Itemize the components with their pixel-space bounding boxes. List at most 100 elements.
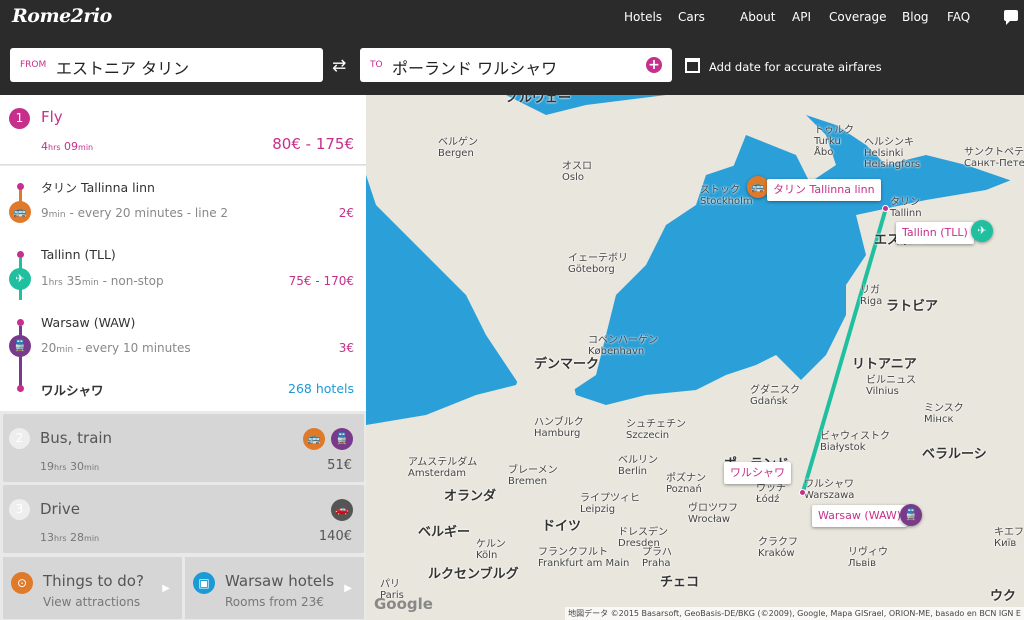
map-label: サンクトペテСанкт-Петер: [964, 147, 1024, 169]
nav-faq[interactable]: FAQ: [947, 10, 970, 24]
route-map[interactable]: ノルウェー ベルゲン Bergen オスロ Oslo ストック Stockholm ト…: [366, 95, 1024, 620]
map-label: ベルリン Berlin: [618, 455, 658, 477]
map-label: ポズナン Poznań: [666, 473, 706, 495]
add-date-link[interactable]: Add date for accurate airfares: [709, 60, 882, 74]
map-stop-dot: [882, 205, 889, 212]
map-label: ブレーメン Bremen: [508, 465, 558, 487]
stop-dot: [17, 385, 24, 392]
nav-coverage[interactable]: Coverage: [829, 10, 887, 24]
map-label: ライプツィヒ Leipzig: [580, 493, 640, 515]
map-label: ストック Stockholm: [700, 185, 753, 207]
search-bar: FROM エストニア タリン ⇄ TO ポーランド ワルシャワ + Add da…: [0, 34, 1024, 95]
route-number-badge: 2: [9, 428, 30, 449]
destination-name[interactable]: ワルシャワ: [41, 380, 104, 399]
swap-icon[interactable]: ⇄: [332, 56, 346, 76]
map-pin-warsaw[interactable]: ワルシャワ: [724, 462, 791, 484]
warsaw-hotels-tile[interactable]: ▣ Warsaw hotels Rooms from 23€ ▶: [185, 557, 364, 619]
plane-icon: ✈: [9, 268, 31, 290]
map-label: ラトビア: [886, 299, 939, 314]
segment-place[interactable]: Tallinn (TLL): [41, 247, 116, 262]
nav-api[interactable]: API: [792, 10, 811, 24]
map-label: オランダ: [444, 489, 497, 504]
stop-dot: [17, 183, 24, 190]
route-option-drive[interactable]: 3 Drive 🚗 13hrs 28min 140€: [3, 485, 364, 553]
hotels-link[interactable]: 268 hotels: [288, 381, 354, 396]
map-label: ノルウェー: [506, 95, 572, 106]
map-label: シュチェチン Szczecin: [626, 419, 686, 441]
map-pin-tallinn-airport[interactable]: Tallinn (TLL): [896, 222, 974, 244]
map-pin-tallinna-linn[interactable]: タリン Tallinna linn: [767, 179, 881, 201]
map-label: ウク: [990, 589, 1017, 604]
to-input[interactable]: ポーランド ワルシャワ: [392, 55, 557, 79]
map-label: プラハ Praha: [642, 547, 672, 569]
segment-place[interactable]: タリン Tallinna linn: [41, 179, 155, 196]
brand-logo[interactable]: Rome2rio: [12, 5, 112, 27]
google-logo: Google: [374, 595, 433, 613]
to-field[interactable]: TO ポーランド ワルシャワ: [360, 48, 672, 82]
suitcase-icon: ▣: [193, 572, 215, 594]
map-label: ウッチ Łódź: [756, 483, 786, 505]
map-label: チェコ: [660, 575, 700, 590]
plane-icon[interactable]: ✈: [971, 220, 993, 242]
route-option-bus-train[interactable]: 2 Bus, train 🚌 🚆 19hrs 30min 51€: [3, 414, 364, 482]
train-icon: 🚆: [331, 428, 353, 450]
bus-icon[interactable]: 🚌: [747, 176, 769, 198]
things-to-do-tile[interactable]: ⊙ Things to do? View attractions ▶: [3, 557, 182, 619]
nav-about[interactable]: About: [740, 10, 775, 24]
bus-icon: 🚌: [9, 201, 31, 223]
nav-hotels[interactable]: Hotels: [624, 10, 662, 24]
map-label: リガ Riga: [860, 285, 883, 307]
route-number-badge: 1: [9, 108, 30, 129]
map-label: ヘルシンキ Helsinki Helsingfors: [864, 137, 921, 170]
map-landmass: [366, 95, 1024, 620]
map-label: オスロ Oslo: [562, 161, 592, 183]
car-icon: 🚗: [331, 499, 353, 521]
route-duration: 4hrs 09min: [41, 140, 94, 153]
attractions-icon: ⊙: [11, 572, 33, 594]
from-field[interactable]: FROM エストニア タリン: [10, 48, 323, 82]
train-icon[interactable]: 🚆: [900, 504, 922, 526]
map-label: ベルゲン Bergen: [438, 137, 478, 159]
map-label: クラクフ Kraków: [758, 537, 798, 559]
train-icon: 🚆: [9, 335, 31, 357]
route-option-fly[interactable]: 1 Fly 4hrs 09min 80€ - 175€: [0, 95, 366, 165]
nav-blog[interactable]: Blog: [902, 10, 929, 24]
tile-subtitle: View attractions: [43, 595, 141, 609]
tile-subtitle: Rooms from 23€: [225, 595, 324, 609]
map-label: ハンブルク Hamburg: [534, 417, 584, 439]
map-label: トゥルク Turku Åbo: [814, 125, 854, 158]
segment-info: 1hrs 35min - non-stop: [41, 274, 164, 288]
route-duration: 13hrs 28min: [40, 531, 100, 544]
segment-place[interactable]: Warsaw (WAW): [41, 315, 135, 330]
map-label: ミンスク Мінск: [924, 403, 964, 425]
route-title: Bus, train: [40, 429, 113, 447]
map-label: ヴロツワフ Wrocław: [688, 503, 738, 525]
map-attribution[interactable]: 地図データ ©2015 Basarsoft, GeoBasis-DE/BKG (…: [565, 607, 1024, 620]
calendar-icon[interactable]: [685, 58, 700, 73]
nav-cars[interactable]: Cars: [678, 10, 705, 24]
map-label: ルクセンブルグ: [428, 567, 519, 582]
map-label: ビャウィストク Białystok: [820, 431, 890, 453]
map-label: ベラルーシ: [922, 447, 987, 462]
from-input[interactable]: エストニア タリン: [56, 55, 189, 79]
route-segments: タリン Tallinna linn 🚌 9min - every 20 minu…: [0, 166, 366, 411]
segment-price: 75€ - 170€: [288, 274, 354, 288]
map-label: フランクフルト Frankfurt am Main: [538, 547, 630, 569]
route-title: Fly: [41, 108, 63, 126]
map-label: グダニスク Gdańsk: [750, 385, 800, 407]
feedback-chat-icon[interactable]: [1004, 10, 1018, 25]
route-duration: 19hrs 30min: [40, 460, 100, 473]
stop-dot: [17, 251, 24, 258]
segment-price: 2€: [338, 206, 354, 220]
map-label: キエフ Київ: [994, 527, 1024, 549]
map-label: タリン Tallinn: [890, 197, 922, 219]
route-title: Drive: [40, 500, 80, 518]
map-label: アムステルダム Amsterdam: [408, 457, 478, 479]
map-pin-warsaw-airport[interactable]: Warsaw (WAW): [812, 505, 908, 527]
map-label: リトアニア: [852, 357, 917, 372]
tile-title: Things to do?: [43, 572, 144, 590]
route-price: 80€ - 175€: [272, 135, 354, 153]
add-destination-icon[interactable]: +: [646, 57, 662, 73]
bus-icon: 🚌: [303, 428, 325, 450]
results-panel: 1 Fly 4hrs 09min 80€ - 175€ タリン Tallinna…: [0, 95, 366, 620]
